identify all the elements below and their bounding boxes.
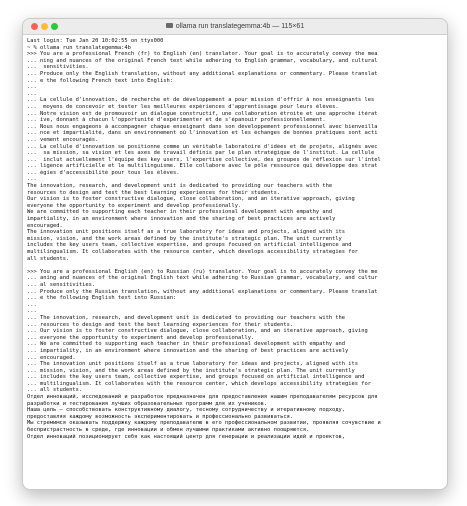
terminal-line: ... The innovation, research, and develo… <box>27 314 346 321</box>
terminal-line: We are committed to supporting each teac… <box>27 209 333 216</box>
terminal-line: ... moyens de concevoir et tester les me… <box>27 103 339 110</box>
terminal-line: encouraged. <box>27 222 63 229</box>
terminal-line: ... sa mission, sa vision et les axes de… <box>27 150 375 157</box>
terminal-line: ... all students. <box>27 387 83 394</box>
terminal-line: ... Nous nous engageons à accompagner ch… <box>27 123 378 130</box>
terminal-line: ... <box>27 301 37 308</box>
window-title: ollama run translategemma:4b — 115×61 <box>175 23 305 30</box>
terminal-line: The innovation, research, and developmen… <box>27 183 333 190</box>
terminal-line: ... nce et impartialité, dans un environ… <box>27 130 378 137</box>
terminal-line: ... Produce only the English translation… <box>27 70 378 77</box>
terminal-line: Our vision is to foster constructive dia… <box>27 196 355 203</box>
terminal-line: ... ning and nuances of the original Fre… <box>27 57 378 64</box>
terminal-line: ... mission, vision, and the work areas … <box>27 367 355 374</box>
terminal-line: ... aning and nuances of the original En… <box>27 275 378 282</box>
terminal-line: ... The innovation unit positions itself… <box>27 361 359 368</box>
terminal-line: ... <box>27 308 37 315</box>
terminal-line: resources to design and test the best le… <box>27 189 281 196</box>
terminal-line: беспристрастность в среде, где инновации… <box>27 427 310 434</box>
terminal-line: Мы стремимся оказывать поддержку каждому… <box>27 420 381 427</box>
terminal-line: ... encouraged. <box>27 354 76 361</box>
terminal-line: includes the key users team, collective … <box>27 242 352 249</box>
folder-icon <box>165 23 173 28</box>
terminal-line: ... We are committed to supporting each … <box>27 341 346 348</box>
terminal-line: ... La cellule d'innovation, de recherch… <box>27 97 375 104</box>
terminal-line: ... égies d'accessibilité pour tous les … <box>27 169 180 176</box>
terminal-line: ... e the following English text into Ru… <box>27 295 177 302</box>
terminal-line: Отдел инноваций позиционирует себя как н… <box>27 433 346 440</box>
terminal-line: ... multilingualism. It collaborates wit… <box>27 380 372 387</box>
terminal-line: all students. <box>27 255 70 262</box>
terminal-line: ... al sensitivities. <box>27 281 96 288</box>
terminal-line: impartiality, in an environment where in… <box>27 216 336 223</box>
terminal-line: ... La cellule d'innovation se positionn… <box>27 143 378 150</box>
terminal-line: ... includes the key users team, collect… <box>27 374 365 381</box>
terminal-line: ... vement encouragés. <box>27 136 99 143</box>
terminal-line: multilingualism. It collaborates with th… <box>27 249 359 255</box>
terminal-line: >>> You are a professional French (fr) t… <box>27 51 378 58</box>
terminal-line: ... resources to design and test the bes… <box>27 321 294 328</box>
terminal-window: ollama run translategemma:4b — 115×61 La… <box>22 18 448 490</box>
terminal-line: ... e the following French text into Eng… <box>27 77 174 84</box>
terminal-line: ... Produce only the Russian translation… <box>27 288 378 295</box>
terminal-line: ... ive, donnant à chacun l'opportunité … <box>27 117 326 124</box>
terminal-line: ... Notre vision est de promouvoir un di… <box>27 110 378 117</box>
terminal-line: предоставляя каждому возможность экспери… <box>27 413 294 420</box>
terminal-line: Наша цель – способствовать конструктивно… <box>27 407 346 414</box>
terminal-line: The innovation unit positions itself as … <box>27 229 346 236</box>
terminal-line: ... ligence artificielle et le multiling… <box>27 163 378 170</box>
terminal-line: ... <box>27 84 37 91</box>
terminal-line: ... everyone the opportunity to experime… <box>27 334 255 341</box>
terminal-line: ... Our vision is to foster constructive… <box>27 328 368 335</box>
terminal-line: everyone the opportunity to experiment a… <box>27 202 242 209</box>
terminal-line: mission, vision, and the work areas defi… <box>27 235 342 242</box>
terminal-line: ... <box>27 90 37 97</box>
title-bar[interactable]: ollama run translategemma:4b — 115×61 <box>23 19 447 35</box>
terminal-line: ~ % ollama run translategemma:4b <box>27 44 131 51</box>
terminal-line: Last login: Tue Jan 20 10:02:55 on ttys0… <box>27 38 164 44</box>
terminal-line: ... <box>27 176 37 183</box>
terminal-line: ... inclut actuellement l'équipe des key… <box>27 156 381 163</box>
terminal-line: разработки и тестирования лучших образов… <box>27 400 268 407</box>
terminal-output[interactable]: Last login: Tue Jan 20 10:02:55 on ttys0… <box>23 35 447 440</box>
window-title-area: ollama run translategemma:4b — 115×61 <box>23 19 447 34</box>
terminal-line: >>> You are a professional English (en) … <box>27 268 378 275</box>
terminal-line: ... impartiality, in an environment wher… <box>27 347 349 354</box>
terminal-line: Отдел инноваций, исследований и разработ… <box>27 394 378 401</box>
terminal-line: ... sensitivities. <box>27 64 89 71</box>
